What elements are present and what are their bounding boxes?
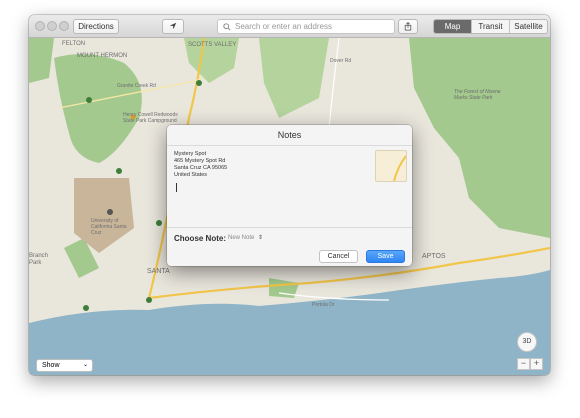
up-down-chevron-icon: ⇕ xyxy=(258,235,264,241)
share-button[interactable] xyxy=(398,19,418,34)
tab-satellite[interactable]: Satellite xyxy=(509,20,547,33)
map-thumbnail xyxy=(375,150,407,182)
dialog-title: Notes xyxy=(167,125,412,146)
map-label-uc-santa-cruz: University of California Santa Cruz xyxy=(91,218,127,236)
close-window-button[interactable] xyxy=(35,21,45,31)
tab-transit[interactable]: Transit xyxy=(471,20,509,33)
compass-3d-button[interactable]: 3D xyxy=(517,332,537,352)
map-label-dover: Dover Rd xyxy=(330,58,352,64)
map-label-mount-hermon: MOUNT HERMON xyxy=(77,53,128,59)
choose-note-popup[interactable]: New Note xyxy=(228,235,254,241)
choose-note-row: Choose Note: New Note ⇕ xyxy=(167,227,412,248)
map-label-felton: FELTON xyxy=(62,41,86,47)
show-popup-button[interactable]: Show ⌄ xyxy=(36,359,93,372)
address-line: 465 Mystery Spot Rd xyxy=(174,158,226,164)
minimize-window-button[interactable] xyxy=(47,21,57,31)
search-icon xyxy=(223,22,231,31)
map-label-henry-cowell: Henry Cowell Redwoods State Park Campgro… xyxy=(123,112,178,124)
search-placeholder: Search or enter an address xyxy=(235,22,332,31)
address-text: Mystery Spot 465 Mystery Spot Rd Santa C… xyxy=(174,151,227,179)
map-label-granite-creek: Granite Creek Rd xyxy=(117,83,156,89)
show-label: Show xyxy=(42,362,60,369)
zoom-out-button[interactable]: − xyxy=(517,358,530,370)
choose-note-label: Choose Note: xyxy=(174,234,226,243)
directions-button[interactable]: Directions xyxy=(73,19,119,34)
notes-share-dialog: Notes Mystery Spot 465 Mystery Spot Rd S… xyxy=(167,125,412,266)
map-label-aptos: APTOS xyxy=(422,253,446,260)
chevron-down-icon: ⌄ xyxy=(83,362,89,368)
note-text-cursor[interactable] xyxy=(176,183,177,192)
cancel-button[interactable]: Cancel xyxy=(319,250,358,263)
map-label-portola: Portola Dr xyxy=(312,302,335,308)
map-label-scotts-valley: SCOTTS VALLEY xyxy=(188,42,237,48)
map-label-forest-nisene: The Forest of Nisene Marks State Park xyxy=(454,89,501,101)
map-label-santa: SANTA xyxy=(147,268,170,275)
share-icon xyxy=(404,21,412,31)
map-mode-segmented-control[interactable]: Map Transit Satellite xyxy=(433,19,548,34)
address-line: Santa Cruz CA 95065 xyxy=(174,165,228,171)
current-location-button[interactable] xyxy=(162,19,184,34)
address-line: United States xyxy=(174,172,208,178)
save-button[interactable]: Save xyxy=(366,250,405,263)
tab-map[interactable]: Map xyxy=(434,20,471,33)
location-arrow-icon xyxy=(169,22,177,30)
map-label-branch: Branch xyxy=(29,253,49,259)
map-label-park: Park xyxy=(29,260,42,266)
search-field[interactable]: Search or enter an address xyxy=(217,19,395,34)
zoom-window-button[interactable] xyxy=(59,21,69,31)
toolbar: Directions Search or enter an address Ma… xyxy=(29,15,550,38)
map-thumbnail-graphic xyxy=(393,155,406,181)
zoom-in-button[interactable]: + xyxy=(530,358,543,370)
address-line: Mystery Spot xyxy=(174,151,207,157)
